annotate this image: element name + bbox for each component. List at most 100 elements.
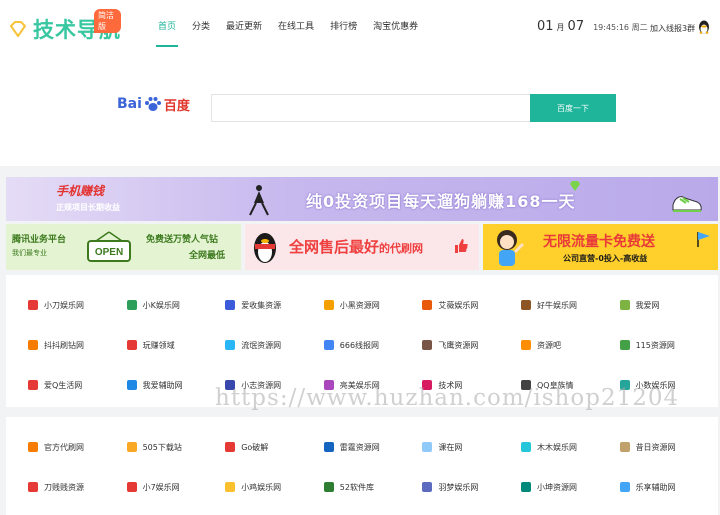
site-link-label: 小K娱乐网: [142, 300, 180, 310]
site-link[interactable]: 刀贱贱资源: [28, 467, 127, 507]
nav-item[interactable]: 最近更新: [226, 0, 262, 58]
ad-banner-top[interactable]: 手机赚钱 正规项目长期收益 纯0投资项目每天遛狗躺赚168一天: [6, 177, 718, 221]
site-link[interactable]: 雷霆资源网: [323, 427, 423, 467]
site-link[interactable]: Go破解: [225, 427, 324, 467]
site-link-label: 流氓资源网: [241, 340, 282, 350]
paw-icon: [144, 97, 161, 111]
site-favicon-icon: [126, 300, 137, 310]
site-favicon-icon: [225, 380, 236, 390]
site-favicon-icon: [225, 442, 236, 452]
ad-banner-reseller[interactable]: 全网售后最好的代刷网: [245, 224, 479, 270]
site-link[interactable]: 乐享辅助网: [619, 467, 719, 507]
nav-item[interactable]: 排行榜: [330, 0, 357, 58]
site-link[interactable]: 爱收集资源: [225, 285, 324, 325]
site-link-label: 666线报网: [339, 340, 380, 350]
site-link[interactable]: 羽梦娱乐网: [422, 467, 521, 507]
site-link[interactable]: 52软件库: [323, 467, 423, 507]
site-link[interactable]: 小K娱乐网: [126, 285, 226, 325]
site-favicon-icon: [28, 340, 38, 350]
site-link[interactable]: 115资源网: [619, 325, 719, 365]
site-link[interactable]: 爱Q生活网: [28, 365, 127, 405]
banner-1-offer: 免费送万赞人气钻: [146, 235, 219, 245]
site-favicon-icon: [422, 482, 433, 492]
banner-top-subtitle: 正规项目长期收益: [56, 203, 120, 212]
site-link[interactable]: 官方代刷网: [28, 427, 127, 467]
site-link[interactable]: 玩赚领域: [126, 325, 226, 365]
join-qq-group-link[interactable]: 加入线报3群: [650, 23, 695, 34]
nav-item[interactable]: 在线工具: [278, 0, 314, 58]
banner-1-price: 全网最低: [189, 251, 226, 261]
banner-2-text-c: 的代刷网: [379, 242, 424, 255]
site-favicon-icon: [225, 300, 236, 310]
site-link[interactable]: 抖抖刷钻网: [28, 325, 127, 365]
site-link[interactable]: 木木娱乐网: [520, 427, 620, 467]
site-favicon-icon: [619, 300, 630, 310]
nav-item[interactable]: 分类: [192, 0, 210, 58]
site-link-label: 官方代刷网: [44, 442, 84, 452]
link-grid-2: 官方代刷网 505下载站 Go破解 雷霆资源网 课在网 木木娱乐网 昔日资源网刀贱贱资源 小7…: [6, 427, 718, 507]
banner-2-text-b: 售后最好: [319, 238, 380, 256]
search-input[interactable]: [211, 94, 531, 122]
site-favicon-icon: [619, 482, 630, 492]
site-favicon-icon: [323, 482, 334, 492]
site-link[interactable]: 昔日资源网: [619, 427, 719, 467]
search-button[interactable]: 百度一下: [530, 94, 616, 122]
site-link-label: 小志资源网: [241, 380, 282, 390]
qq-penguin-icon[interactable]: [697, 19, 711, 35]
site-link[interactable]: 艾薇娱乐网: [422, 285, 521, 325]
qq-penguin-mascot-icon: [254, 233, 276, 263]
site-link[interactable]: 技术网: [422, 365, 521, 405]
site-link[interactable]: 飞鹰资源网: [422, 325, 521, 365]
site-link-label: 52软件库: [339, 482, 374, 492]
site-link[interactable]: QQ皇族情: [520, 365, 620, 405]
site-link-label: 小数娱乐网: [635, 380, 676, 390]
banner-1-title: 腾讯业务平台: [12, 235, 67, 245]
site-link[interactable]: 我爱网: [619, 285, 719, 325]
site-link-label: QQ皇族情: [536, 380, 574, 390]
site-link-label: 我爱网: [635, 300, 660, 310]
site-link[interactable]: 好牛娱乐网: [520, 285, 620, 325]
link-grid-1: 小刀娱乐网 小K娱乐网 爱收集资源 小黑资源网 艾薇娱乐网 好牛娱乐网 我爱网抖抖刷钻网 玩赚…: [6, 285, 718, 405]
site-link[interactable]: 亮美娱乐网: [323, 365, 423, 405]
site-link[interactable]: 小数娱乐网: [619, 365, 719, 405]
site-link[interactable]: 小刀娱乐网: [28, 285, 127, 325]
baidu-logo[interactable]: Bai 百度: [117, 94, 190, 114]
site-link-label: 课在网: [438, 442, 463, 452]
site-link-label: 我爱辅助网: [142, 380, 183, 390]
sneaker-icon: [672, 196, 702, 212]
site-favicon-icon: [520, 340, 531, 350]
site-link[interactable]: 流氓资源网: [225, 325, 324, 365]
site-link-label: 乐享辅助网: [635, 482, 676, 492]
site-link-label: 505下载站: [142, 442, 182, 452]
site-link-label: 小7娱乐网: [142, 482, 180, 492]
site-link[interactable]: 我爱辅助网: [126, 365, 226, 405]
banner-3-subtitle: 公司直营-0投入-高收益: [563, 254, 648, 263]
site-favicon-icon: [323, 300, 334, 310]
open-sign-icon: OPEN: [87, 231, 131, 262]
site-link[interactable]: 505下载站: [126, 427, 226, 467]
site-favicon-icon: [126, 442, 137, 452]
site-link[interactable]: 小鸡娱乐网: [225, 467, 324, 507]
date-month-unit: 月: [556, 23, 565, 32]
ad-banner-sim-card[interactable]: 无限流量卡免费送 公司直营-0投入-高收益: [483, 224, 718, 270]
site-link-label: 木木娱乐网: [536, 442, 577, 452]
nav-item[interactable]: 首页: [155, 0, 179, 58]
site-link-label: 小坤资源网: [536, 482, 577, 492]
nav-item[interactable]: 淘宝优惠券: [373, 0, 418, 58]
site-link[interactable]: 资源吧: [520, 325, 620, 365]
site-link[interactable]: 小坤资源网: [520, 467, 620, 507]
site-link-label: 艾薇娱乐网: [438, 300, 479, 310]
site-favicon-icon: [619, 442, 630, 452]
ad-banner-tencent[interactable]: 腾讯业务平台 我们最专业 OPEN 免费送万赞人气钻 全网最低: [6, 224, 241, 270]
site-link[interactable]: 666线报网: [323, 325, 423, 365]
site-logo[interactable]: 技术导航 简洁版: [8, 9, 121, 46]
site-link[interactable]: 小7娱乐网: [126, 467, 226, 507]
site-link[interactable]: 小黑资源网: [323, 285, 423, 325]
site-link[interactable]: 课在网: [422, 427, 521, 467]
logo-badge: 简洁版: [94, 9, 121, 33]
date-month: 01: [537, 19, 554, 34]
site-link[interactable]: 小志资源网: [225, 365, 324, 405]
site-favicon-icon: [28, 300, 38, 310]
link-group-2: 官方代刷网 505下载站 Go破解 雷霆资源网 课在网 木木娱乐网 昔日资源网刀贱贱资源 小7…: [6, 417, 718, 515]
site-favicon-icon: [126, 340, 137, 350]
